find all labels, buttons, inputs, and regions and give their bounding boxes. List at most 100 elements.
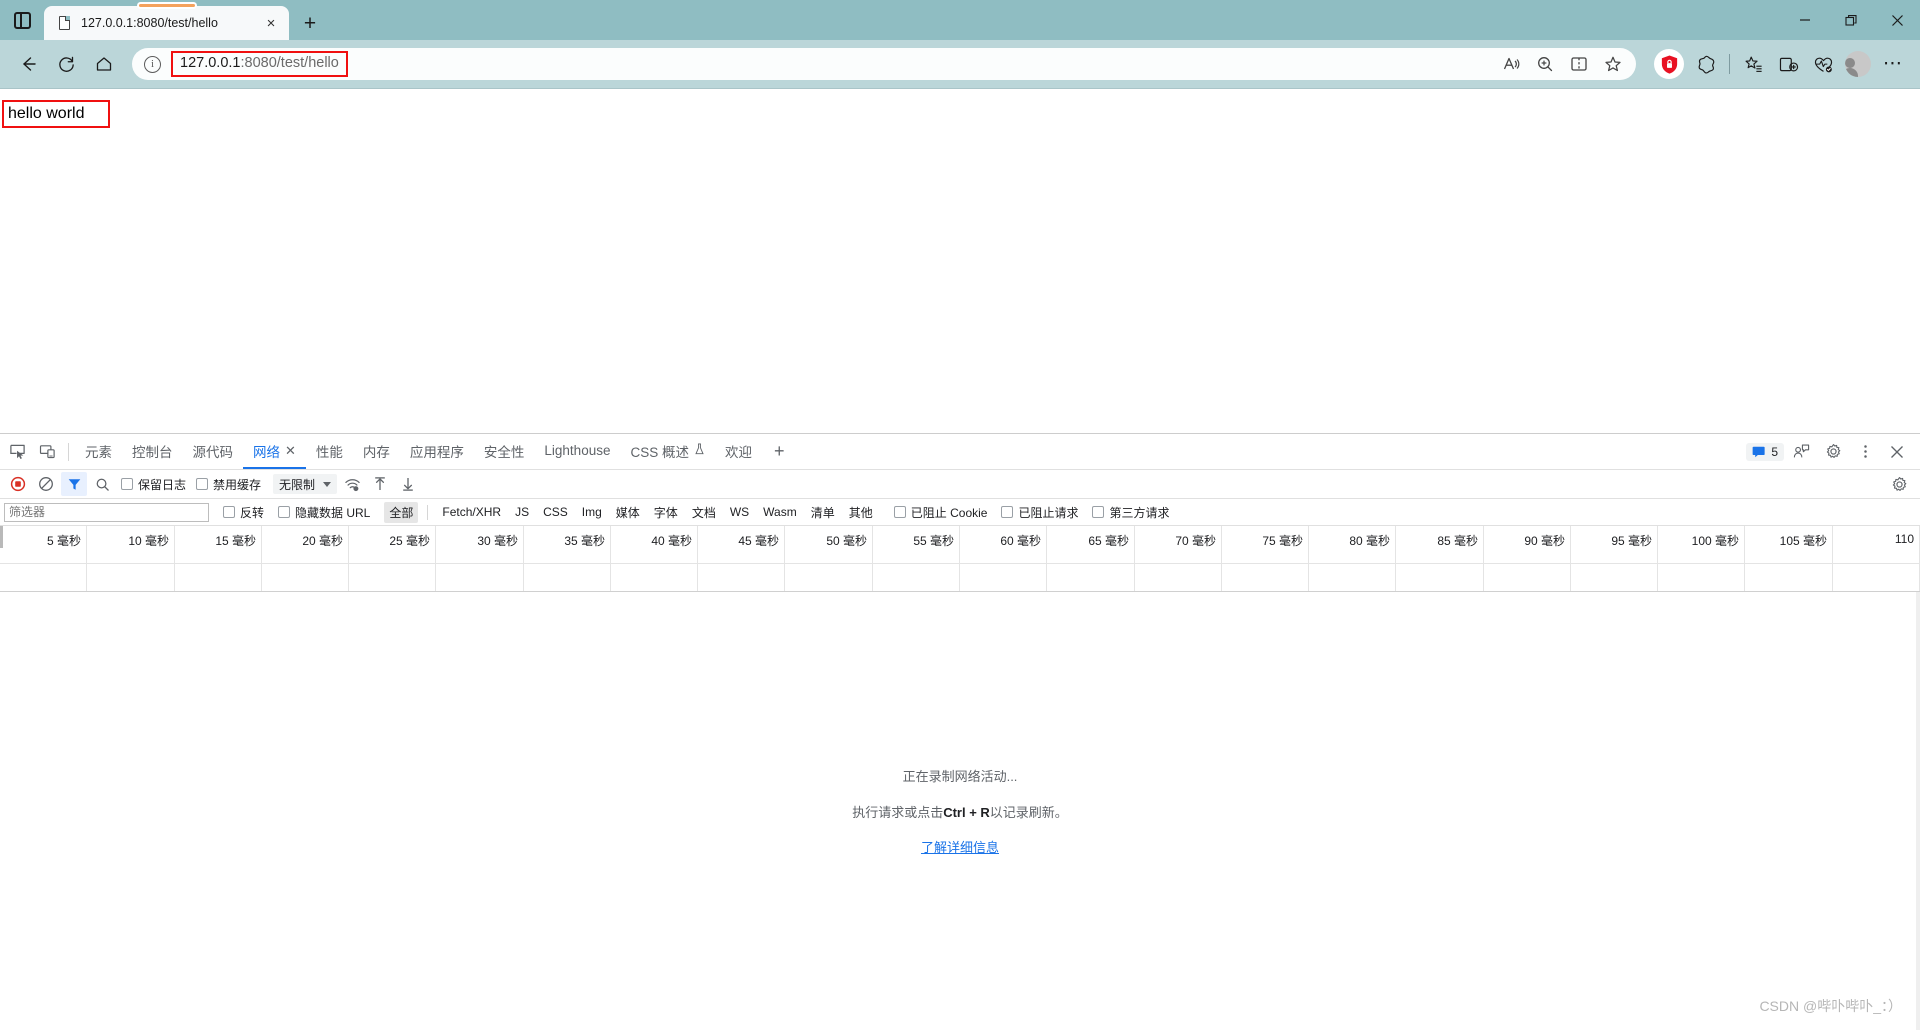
close-icon[interactable]	[1874, 0, 1920, 40]
tab-security[interactable]: 安全性	[474, 434, 535, 469]
tab-performance[interactable]: 性能	[306, 434, 353, 469]
network-conditions-icon[interactable]	[339, 472, 365, 496]
tab-sources[interactable]: 源代码	[183, 434, 244, 469]
reload-button[interactable]	[48, 46, 84, 82]
type-filter-ws[interactable]: WS	[725, 503, 754, 521]
vertical-tabs-icon	[13, 11, 31, 29]
message-count: 5	[1771, 444, 1778, 459]
split-screen-icon[interactable]	[1562, 49, 1596, 79]
record-stop-icon[interactable]	[5, 472, 31, 496]
type-filter-manifest[interactable]: 清单	[806, 502, 840, 523]
tab-lighthouse[interactable]: Lighthouse	[534, 434, 620, 469]
url-annotation-box: 127.0.0.1:8080/test/hello	[171, 51, 348, 77]
zoom-icon[interactable]	[1528, 49, 1562, 79]
new-tab-button[interactable]: +	[293, 6, 327, 40]
type-filter-doc[interactable]: 文档	[687, 502, 721, 523]
timeline-tick-label: 30 毫秒	[477, 534, 518, 548]
timeline-tick-label: 55 毫秒	[913, 534, 954, 548]
security-shield-icon[interactable]	[1654, 49, 1684, 79]
profile-avatar[interactable]	[1841, 47, 1875, 81]
document-icon	[56, 15, 72, 31]
type-filter-other[interactable]: 其他	[844, 502, 878, 523]
third-party-requests-checkbox[interactable]: 第三方请求	[1092, 504, 1170, 521]
feedback-icon[interactable]	[1786, 438, 1816, 466]
minimize-icon[interactable]	[1782, 0, 1828, 40]
invert-checkbox[interactable]: 反转	[223, 504, 264, 521]
timeline-left-handle[interactable]	[0, 526, 3, 548]
hint-pre: 执行请求或点击	[852, 805, 944, 820]
timeline-tick-label: 85 毫秒	[1437, 534, 1478, 548]
add-panel-button[interactable]: +	[762, 441, 797, 462]
timeline-tick-label: 95 毫秒	[1611, 534, 1652, 548]
tab-label: 控制台	[132, 444, 173, 460]
timeline-tick-label: 35 毫秒	[564, 534, 605, 548]
network-timeline-ruler[interactable]: 5 毫秒 10 毫秒 15 毫秒 20 毫秒 25 毫秒 30 毫秒 35 毫秒 40 毫秒 4…	[0, 526, 1920, 592]
tab-console[interactable]: 控制台	[122, 434, 183, 469]
timeline-tick-label: 90 毫秒	[1524, 534, 1565, 548]
type-filter-js[interactable]: JS	[510, 503, 534, 521]
checkbox-box	[1092, 506, 1105, 518]
timeline-tick-label: 70 毫秒	[1175, 534, 1216, 548]
read-aloud-icon[interactable]	[1494, 49, 1528, 79]
kebab-menu-icon[interactable]	[1850, 438, 1880, 466]
disable-cache-label: 禁用缓存	[213, 477, 262, 492]
vertical-tabs-toggle[interactable]	[0, 0, 44, 40]
gear-icon[interactable]	[1886, 472, 1912, 496]
close-devtools-icon[interactable]	[1882, 438, 1912, 466]
gear-icon[interactable]	[1818, 438, 1848, 466]
browser-tab[interactable]: 127.0.0.1:8080/test/hello ×	[44, 2, 289, 40]
type-filter-all[interactable]: 全部	[384, 501, 419, 523]
clear-icon[interactable]	[33, 472, 59, 496]
type-filter-media[interactable]: 媒体	[611, 502, 645, 523]
tab-welcome[interactable]: 欢迎	[715, 434, 762, 469]
tab-memory[interactable]: 内存	[353, 434, 400, 469]
devtools-tabbar: 元素 控制台 源代码 网络 ✕ 性能 内存 应用程序 安全性 Lighthous…	[0, 434, 1920, 470]
tab-css-overview[interactable]: CSS 概述	[620, 434, 715, 469]
address-bar[interactable]: i 127.0.0.1:8080/test/hello	[132, 48, 1636, 80]
favorite-star-icon[interactable]	[1596, 49, 1630, 79]
vertical-scrollbar[interactable]	[1916, 592, 1920, 1030]
filter-input[interactable]	[4, 502, 209, 522]
device-toolbar-icon[interactable]	[32, 438, 62, 466]
preserve-log-checkbox[interactable]: 保留日志	[121, 476, 186, 493]
close-icon[interactable]: ×	[259, 11, 283, 35]
type-filter-wasm[interactable]: Wasm	[758, 503, 802, 521]
page-body-text: hello world	[2, 100, 111, 129]
type-filter-fetch-xhr[interactable]: Fetch/XHR	[437, 503, 506, 521]
invert-label: 反转	[240, 505, 265, 520]
message-badge-icon[interactable]: 5	[1746, 442, 1784, 461]
split-tab-icon[interactable]	[1771, 47, 1805, 81]
collections-icon[interactable]	[1736, 47, 1770, 81]
tab-network[interactable]: 网络 ✕	[243, 434, 306, 469]
export-har-icon[interactable]	[395, 472, 421, 496]
hide-data-urls-checkbox[interactable]: 隐藏数据 URL	[278, 504, 370, 521]
close-icon[interactable]: ✕	[285, 443, 296, 459]
site-info-icon[interactable]: i	[144, 55, 161, 73]
type-filter-css[interactable]: CSS	[538, 503, 573, 521]
timeline-tick-label: 15 毫秒	[215, 534, 256, 548]
blocked-cookies-checkbox[interactable]: 已阻止 Cookie	[893, 504, 987, 521]
performance-icon[interactable]	[1806, 47, 1840, 81]
tab-elements[interactable]: 元素	[75, 434, 122, 469]
search-icon[interactable]	[89, 472, 115, 496]
back-button[interactable]	[10, 46, 46, 82]
restore-icon[interactable]	[1828, 0, 1874, 40]
inspect-element-icon[interactable]	[2, 438, 32, 466]
timeline-tick-label: 65 毫秒	[1088, 534, 1129, 548]
tab-label: 欢迎	[724, 444, 752, 460]
timeline-tick-label: 60 毫秒	[1000, 534, 1041, 548]
type-filter-img[interactable]: Img	[577, 503, 607, 521]
throttling-dropdown[interactable]: 无限制	[273, 474, 338, 494]
tabbar-divider	[68, 442, 69, 461]
learn-more-link[interactable]: 了解详细信息	[921, 837, 999, 856]
home-button[interactable]	[86, 46, 122, 82]
tab-label: CSS 概述	[630, 444, 689, 460]
import-har-icon[interactable]	[367, 472, 393, 496]
disable-cache-checkbox[interactable]: 禁用缓存	[196, 476, 261, 493]
blocked-requests-checkbox[interactable]: 已阻止请求	[1001, 504, 1078, 521]
type-filter-font[interactable]: 字体	[649, 502, 683, 523]
tab-application[interactable]: 应用程序	[400, 434, 474, 469]
filter-funnel-icon[interactable]	[61, 472, 87, 496]
copilot-icon[interactable]	[1689, 47, 1723, 81]
settings-more-icon[interactable]: ⋯	[1876, 47, 1910, 81]
